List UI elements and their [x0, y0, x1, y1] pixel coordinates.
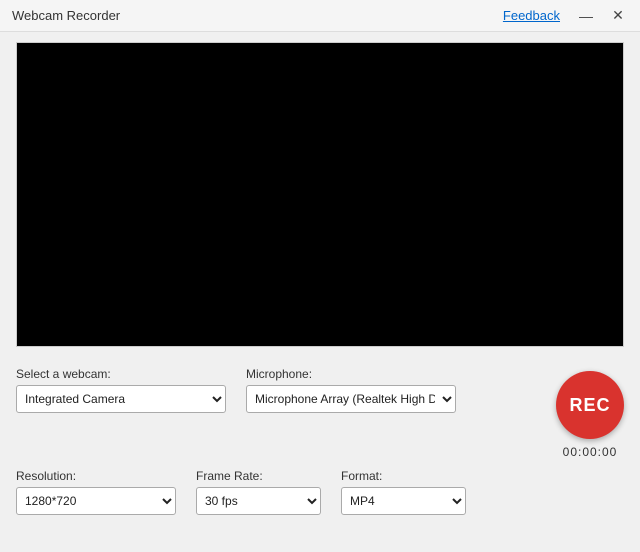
rec-timer: 00:00:00	[563, 445, 618, 459]
mic-label: Microphone:	[246, 367, 456, 381]
feedback-link[interactable]: Feedback	[503, 8, 560, 23]
camera-preview	[16, 42, 624, 347]
framerate-group: Frame Rate: 30 fps 60 fps 15 fps	[196, 469, 321, 515]
format-group: Format: MP4 AVI MKV	[341, 469, 466, 515]
resolution-select[interactable]: 1280*720 1920*1080 640*480	[16, 487, 176, 515]
format-select[interactable]: MP4 AVI MKV	[341, 487, 466, 515]
webcam-select[interactable]: Integrated Camera	[16, 385, 226, 413]
close-button[interactable]: ✕	[604, 2, 632, 30]
title-bar-left: Webcam Recorder	[12, 8, 120, 23]
rec-button-area: REC 00:00:00	[556, 367, 624, 459]
title-bar-right: Feedback — ✕	[503, 2, 632, 30]
format-label: Format:	[341, 469, 466, 483]
webcam-label: Select a webcam:	[16, 367, 226, 381]
resolution-group: Resolution: 1280*720 1920*1080 640*480	[16, 469, 176, 515]
app-title: Webcam Recorder	[12, 8, 120, 23]
title-bar: Webcam Recorder Feedback — ✕	[0, 0, 640, 32]
rec-button[interactable]: REC	[556, 371, 624, 439]
mic-select[interactable]: Microphone Array (Realtek High Def	[246, 385, 456, 413]
framerate-select[interactable]: 30 fps 60 fps 15 fps	[196, 487, 321, 515]
bottom-control-row: Resolution: 1280*720 1920*1080 640*480 F…	[16, 469, 624, 515]
webcam-group: Select a webcam: Integrated Camera	[16, 367, 226, 413]
controls-area: Select a webcam: Integrated Camera Micro…	[0, 357, 640, 515]
mic-group: Microphone: Microphone Array (Realtek Hi…	[246, 367, 456, 413]
resolution-label: Resolution:	[16, 469, 176, 483]
top-control-row: Select a webcam: Integrated Camera Micro…	[16, 367, 624, 459]
framerate-label: Frame Rate:	[196, 469, 321, 483]
minimize-button[interactable]: —	[572, 2, 600, 30]
